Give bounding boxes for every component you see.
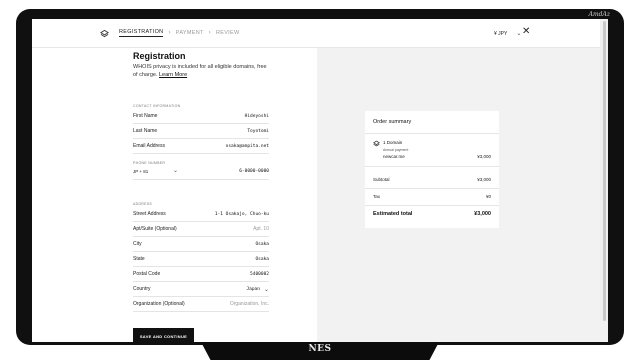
bezel-brand-top: AmdAz (588, 11, 610, 18)
field-placeholder: Apt. 10 (253, 226, 269, 232)
field-value: Hideyoshi (244, 113, 269, 119)
domain-icon (373, 140, 380, 147)
field-placeholder: Organization, Inc. (229, 301, 269, 307)
street-address-field[interactable]: Street Address 1-1 Osakajo, Chuo-ku (133, 207, 269, 222)
learn-more-link[interactable]: Learn More (159, 72, 187, 78)
scrollbar-thumb[interactable] (603, 21, 606, 321)
field-value: Osaka (255, 256, 269, 262)
field-label: Last Name (133, 128, 158, 134)
step-registration[interactable]: REGISTRATION (119, 29, 164, 37)
subtotal-label: Subtotal (373, 177, 390, 182)
tax-value: ¥0 (485, 194, 491, 199)
field-value: osaka@ampita.net (225, 143, 269, 149)
chevron-down-icon: ⌄ (172, 168, 178, 174)
address-section-label: ADDRESS (133, 202, 153, 206)
checkout-steps: REGISTRATION › PAYMENT › REVIEW (119, 29, 239, 37)
field-label: Country (133, 286, 151, 292)
state-field[interactable]: State Osaka (133, 252, 269, 267)
save-and-continue-button[interactable]: SAVE AND CONTINUE (133, 328, 194, 342)
page-title: Registration (133, 51, 186, 61)
registration-intro: Registration WHOIS privacy is included f… (133, 51, 269, 79)
city-field[interactable]: City Osaka (133, 237, 269, 252)
field-label: Email Address (133, 143, 165, 149)
payment-note: Annual payment (383, 148, 409, 152)
chevron-right-icon: › (208, 30, 211, 36)
field-label: Street Address (133, 211, 166, 217)
domain-count: 1 Domain (383, 140, 403, 145)
field-value: Japan (246, 286, 260, 292)
page-scrollbar[interactable] (600, 19, 608, 342)
step-review[interactable]: REVIEW (216, 30, 240, 36)
subtotal-line: Subtotal ¥3,000 (373, 177, 491, 182)
total-line: Estimated total ¥3,000 (373, 211, 491, 217)
phone-field: JP + 81 ⌄ 6-0000-0000 (133, 165, 269, 180)
field-value: Osaka (255, 241, 269, 247)
contact-section-label: CONTACT INFORMATION (133, 104, 181, 108)
divider (365, 205, 499, 206)
step-payment[interactable]: PAYMENT (176, 30, 204, 36)
last-name-field[interactable]: Last Name Toyotomi (133, 124, 269, 139)
field-label: Apt/Suite (Optional) (133, 226, 177, 232)
field-label: Postal Code (133, 271, 161, 277)
phone-country-value: JP + 81 (133, 169, 149, 174)
field-value: 1-1 Osakajo, Chuo-ku (214, 211, 269, 217)
field-value: 5400002 (250, 271, 269, 277)
domain-price: ¥3,000 (477, 154, 491, 159)
currency-selector[interactable]: ¥ JPY ⌄ (494, 30, 522, 38)
tax-label: Tax (373, 194, 381, 199)
apt-suite-field[interactable]: Apt/Suite (Optional) Apt. 10 (133, 222, 269, 237)
total-label: Estimated total (373, 211, 413, 217)
checkout-header: REGISTRATION › PAYMENT › REVIEW ¥ JPY ⌄ … (32, 19, 608, 48)
divider (365, 166, 499, 167)
divider (365, 188, 499, 189)
brand-logo-icon (100, 29, 109, 38)
phone-number-input[interactable]: 6-0000-0000 (239, 169, 269, 174)
email-field[interactable]: Email Address osaka@ampita.net (133, 139, 269, 154)
total-value: ¥3,000 (474, 211, 491, 217)
field-label: State (133, 256, 145, 262)
field-label: First Name (133, 113, 158, 119)
order-summary-card: Order summary 1 Domain Annual payment ne… (365, 111, 499, 228)
organization-field[interactable]: Organization (Optional) Organization, In… (133, 297, 269, 312)
country-select[interactable]: Country Japan ⌄ (133, 282, 269, 297)
field-value: Toyotomi (247, 128, 269, 134)
divider (365, 133, 499, 134)
close-button[interactable]: ✕ (522, 27, 530, 37)
postal-code-field[interactable]: Postal Code 5400002 (133, 267, 269, 282)
phone-country-select[interactable]: JP + 81 ⌄ (133, 168, 178, 174)
chevron-down-icon: ⌄ (263, 286, 269, 293)
whois-description: WHOIS privacy is included for all eligib… (133, 64, 267, 78)
first-name-field[interactable]: First Name Hideyoshi (133, 109, 269, 124)
chevron-down-icon: ⌄ (516, 31, 522, 37)
domain-name: newcar.me (383, 154, 405, 159)
chevron-right-icon: › (168, 30, 171, 36)
field-label: City (133, 241, 142, 247)
browser-screen: REGISTRATION › PAYMENT › REVIEW ¥ JPY ⌄ … (32, 19, 608, 342)
currency-label: ¥ JPY (494, 30, 508, 37)
summary-title: Order summary (373, 119, 412, 125)
subtotal-value: ¥3,000 (477, 177, 491, 182)
bezel-brand-bottom: NES (308, 344, 332, 354)
tax-line: Tax ¥0 (373, 194, 491, 199)
field-label: Organization (Optional) (133, 301, 185, 307)
